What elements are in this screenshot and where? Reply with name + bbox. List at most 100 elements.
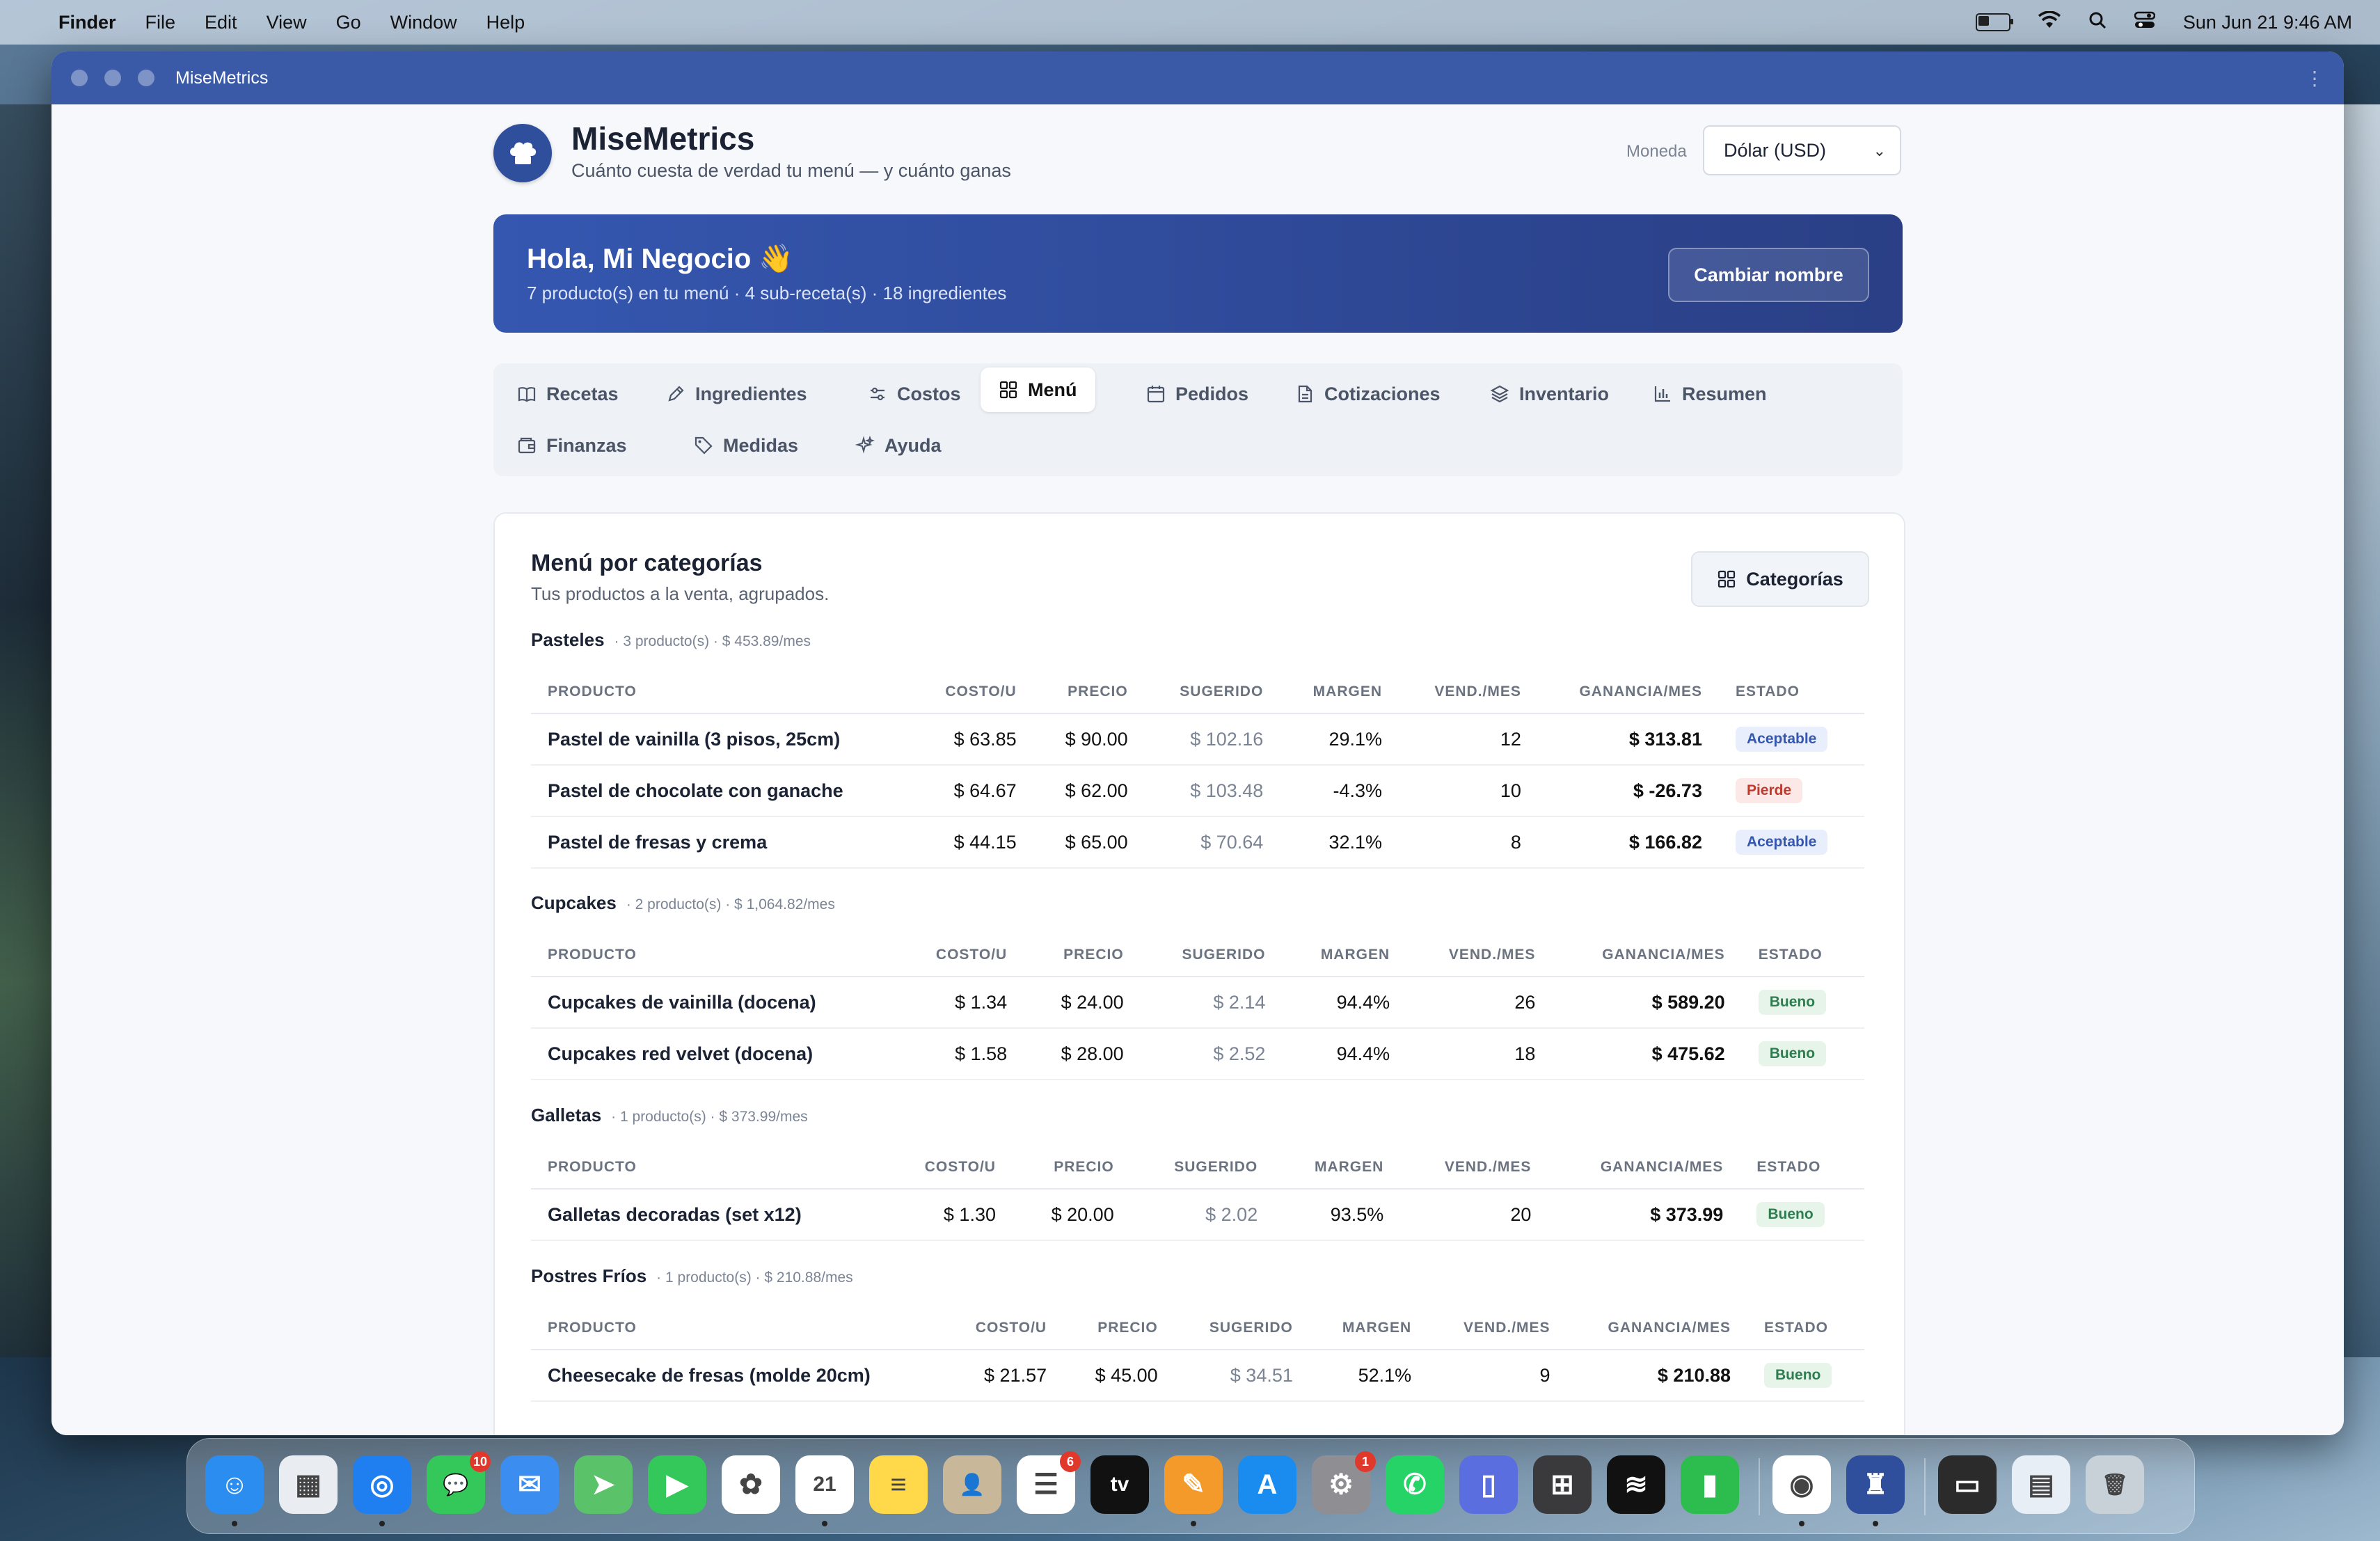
- wallet-app-icon[interactable]: ▭: [1938, 1455, 1997, 1514]
- wifi-icon[interactable]: [2038, 10, 2061, 34]
- safari-icon[interactable]: ◎: [353, 1455, 411, 1514]
- rename-business-button[interactable]: Cambiar nombre: [1668, 248, 1869, 302]
- whatsapp-icon[interactable]: ✆: [1386, 1455, 1444, 1514]
- column-header: PRODUCTO: [531, 934, 897, 977]
- zoom-window-button[interactable]: [138, 70, 154, 86]
- table-row[interactable]: Pastel de vainilla (3 pisos, 25cm) $ 63.8…: [531, 713, 1864, 766]
- notification-badge: 10: [469, 1451, 491, 1472]
- product-name: Cheesecake de fresas (molde 20cm): [531, 1350, 943, 1402]
- numbers-icon[interactable]: ▮: [1681, 1455, 1739, 1514]
- menu-file[interactable]: File: [145, 12, 176, 33]
- column-header: MARGEN: [1309, 1307, 1429, 1350]
- table-row[interactable]: Cupcakes red velvet (docena) $ 1.58 $ 28.0…: [531, 1028, 1864, 1080]
- spotify-icon[interactable]: ≋: [1607, 1455, 1665, 1514]
- wallpaper-right: [2338, 104, 2380, 1357]
- app-store-icon[interactable]: A: [1238, 1455, 1296, 1514]
- dock: ☺ ▦ ◎ 💬 10 ✉ ➤ ▶ ✿ 21 ≡ 👤 ☰ 6 tv ✎ A ⚙ 1 ✆ ▯ ⊞ ≋ ▮ ◉ ♜ ▭ ▤ 🗑: [187, 1438, 2195, 1534]
- grid-icon: [999, 381, 1017, 399]
- search-icon[interactable]: [2088, 11, 2107, 34]
- table-row[interactable]: Cheesecake de fresas (molde 20cm) $ 21.57…: [531, 1350, 1864, 1402]
- table-row[interactable]: Galletas decoradas (set x12) $ 1.30 $ 20.0…: [531, 1189, 1864, 1241]
- simulator-icon[interactable]: ▯: [1459, 1455, 1518, 1514]
- maps-icon[interactable]: ➤: [574, 1455, 633, 1514]
- column-header: MARGEN: [1280, 671, 1399, 714]
- menubar-datetime[interactable]: Sun Jun 21 9:46 AM: [2183, 12, 2352, 33]
- dock-glyph: ▤: [2028, 1469, 2054, 1500]
- dock-separator: [1759, 1458, 1760, 1515]
- mail-icon[interactable]: ✉: [500, 1455, 559, 1514]
- categories-button-label: Categorías: [1746, 568, 1843, 590]
- price: $ 90.00: [1033, 713, 1145, 766]
- settings-icon[interactable]: ⚙ 1: [1312, 1451, 1376, 1514]
- category-header: Galletas · 1 producto(s) · $ 373.99/mes: [531, 1105, 1864, 1146]
- tag-icon: [695, 436, 713, 455]
- tab-menu[interactable]: Menú: [981, 368, 1095, 412]
- dock-glyph: ✉: [518, 1469, 541, 1500]
- tab-finanzas[interactable]: Finanzas: [499, 423, 645, 468]
- menu-help[interactable]: Help: [486, 12, 525, 33]
- window-menu-icon[interactable]: ⋮: [2305, 67, 2324, 90]
- tab-recetas[interactable]: Recetas: [499, 372, 637, 416]
- tab-ayuda[interactable]: Ayuda: [837, 423, 960, 468]
- misemetrics-icon[interactable]: ♜: [1846, 1455, 1905, 1514]
- currency-select[interactable]: Dólar (USD) ⌄: [1703, 125, 1901, 175]
- messages-icon[interactable]: 💬 10: [427, 1451, 491, 1514]
- tv-icon[interactable]: tv: [1090, 1455, 1149, 1514]
- finder-icon[interactable]: ☺: [205, 1455, 264, 1514]
- column-header: GANANCIA/MES: [1552, 934, 1742, 977]
- running-indicator: [822, 1521, 827, 1526]
- battery-icon[interactable]: [1975, 13, 2013, 31]
- trash-icon[interactable]: 🗑: [2086, 1455, 2144, 1514]
- currency-select-value: Dólar (USD): [1724, 139, 1827, 161]
- running-indicator: [1873, 1521, 1878, 1526]
- price: $ 28.00: [1024, 1028, 1141, 1080]
- column-header: GANANCIA/MES: [1537, 671, 1719, 714]
- tab-pedidos[interactable]: Pedidos: [1128, 372, 1267, 416]
- product-name: Pastel de vainilla (3 pisos, 25cm): [531, 713, 912, 766]
- margin: 94.4%: [1282, 1028, 1407, 1080]
- category-meta: · 1 producto(s) · $ 373.99/mes: [611, 1109, 808, 1125]
- table-row[interactable]: Pastel de fresas y crema $ 44.15 $ 65.00 $ …: [531, 816, 1864, 869]
- reminders-icon[interactable]: ☰ 6: [1017, 1451, 1081, 1514]
- menu-go[interactable]: Go: [336, 12, 361, 33]
- dock-glyph: ▭: [1954, 1469, 1981, 1500]
- chrome-icon[interactable]: ◉: [1772, 1455, 1831, 1514]
- preview-icon[interactable]: ▤: [2012, 1455, 2070, 1514]
- status-badge: Aceptable: [1735, 727, 1828, 752]
- facetime-icon[interactable]: ▶: [648, 1455, 706, 1514]
- tab-resumen[interactable]: Resumen: [1635, 372, 1785, 416]
- minimize-window-button[interactable]: [104, 70, 121, 86]
- contacts-icon[interactable]: 👤: [943, 1455, 1001, 1514]
- menu-finder[interactable]: Finder: [58, 12, 116, 33]
- grid-icon: [1718, 570, 1736, 588]
- dock-glyph: 👤: [959, 1473, 985, 1496]
- launchpad-icon[interactable]: ▦: [279, 1455, 338, 1514]
- calendar-app-icon[interactable]: 21: [795, 1455, 854, 1514]
- photos-icon[interactable]: ✿: [722, 1455, 780, 1514]
- categories-button[interactable]: Categorías: [1691, 551, 1869, 607]
- tab-cotizaciones[interactable]: Cotizaciones: [1277, 372, 1459, 416]
- pages-icon[interactable]: ✎: [1164, 1455, 1223, 1514]
- tab-medidas[interactable]: Medidas: [676, 423, 816, 468]
- tab-inventario[interactable]: Inventario: [1472, 372, 1627, 416]
- dock-glyph: ◎: [370, 1469, 395, 1500]
- menu-view[interactable]: View: [267, 12, 307, 33]
- calendar-icon: [1147, 386, 1165, 403]
- table-row[interactable]: Cupcakes de vainilla (docena) $ 1.34 $ 24.…: [531, 977, 1864, 1029]
- window-titlebar[interactable]: MiseMetrics ⋮: [51, 52, 2344, 104]
- dock-glyph: ✆: [1403, 1469, 1427, 1500]
- dock-glyph: ☺: [220, 1469, 249, 1500]
- control-center-icon[interactable]: [2134, 11, 2156, 34]
- app-title: MiseMetrics: [571, 120, 755, 157]
- tab-costos[interactable]: Costos: [850, 372, 979, 416]
- calculator-icon[interactable]: ⊞: [1533, 1455, 1592, 1514]
- category-name: Galletas: [531, 1105, 602, 1125]
- table-row[interactable]: Pastel de chocolate con ganache $ 64.67 $ …: [531, 765, 1864, 817]
- menu-window[interactable]: Window: [390, 12, 457, 33]
- tab-ingredientes[interactable]: Ingredientes: [648, 372, 825, 416]
- close-window-button[interactable]: [71, 70, 88, 86]
- menu-edit[interactable]: Edit: [205, 12, 237, 33]
- notes-icon[interactable]: ≡: [869, 1455, 928, 1514]
- status-cell: Bueno: [1741, 977, 1864, 1029]
- tab-label: Ayuda: [884, 434, 942, 456]
